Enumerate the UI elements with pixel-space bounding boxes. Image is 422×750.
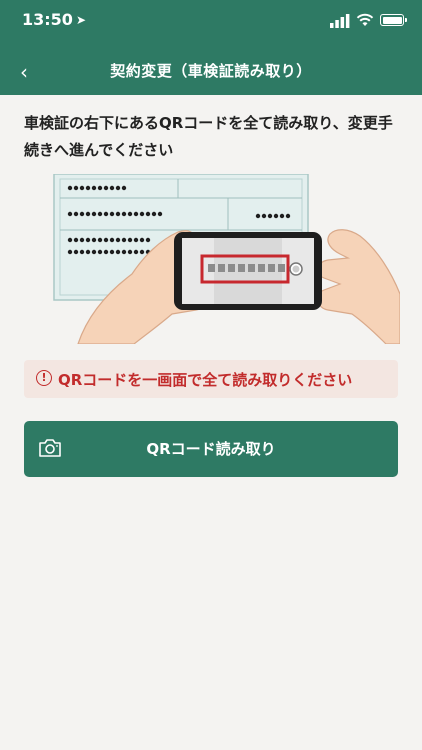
page-title: 契約変更（車検証読み取り） — [110, 62, 312, 80]
app-header: 13:50 ➤ ‹ 契約変更（車検証読み取り） — [0, 0, 422, 95]
battery-icon — [380, 14, 407, 26]
cellular-signal-icon — [330, 14, 350, 28]
location-arrow-icon: ➤ — [76, 13, 87, 27]
qr-scan-button[interactable]: QRコード読み取り — [24, 421, 398, 477]
warning-banner: ! QRコードを一画面で全て読み取りください — [24, 360, 398, 398]
status-time: 13:50 — [22, 10, 73, 29]
qr-scan-button-label: QRコード読み取り — [146, 440, 276, 458]
qr-scan-illustration — [53, 174, 400, 344]
exclamation-circle-icon: ! — [36, 370, 52, 386]
wifi-icon — [356, 13, 374, 26]
status-bar: 13:50 ➤ — [0, 10, 422, 32]
warning-text: QRコードを一画面で全て読み取りください — [58, 371, 353, 389]
instruction-text: 車検証の右下にあるQRコードを全て読み取り、変更手続きへ進んでください — [24, 114, 393, 159]
